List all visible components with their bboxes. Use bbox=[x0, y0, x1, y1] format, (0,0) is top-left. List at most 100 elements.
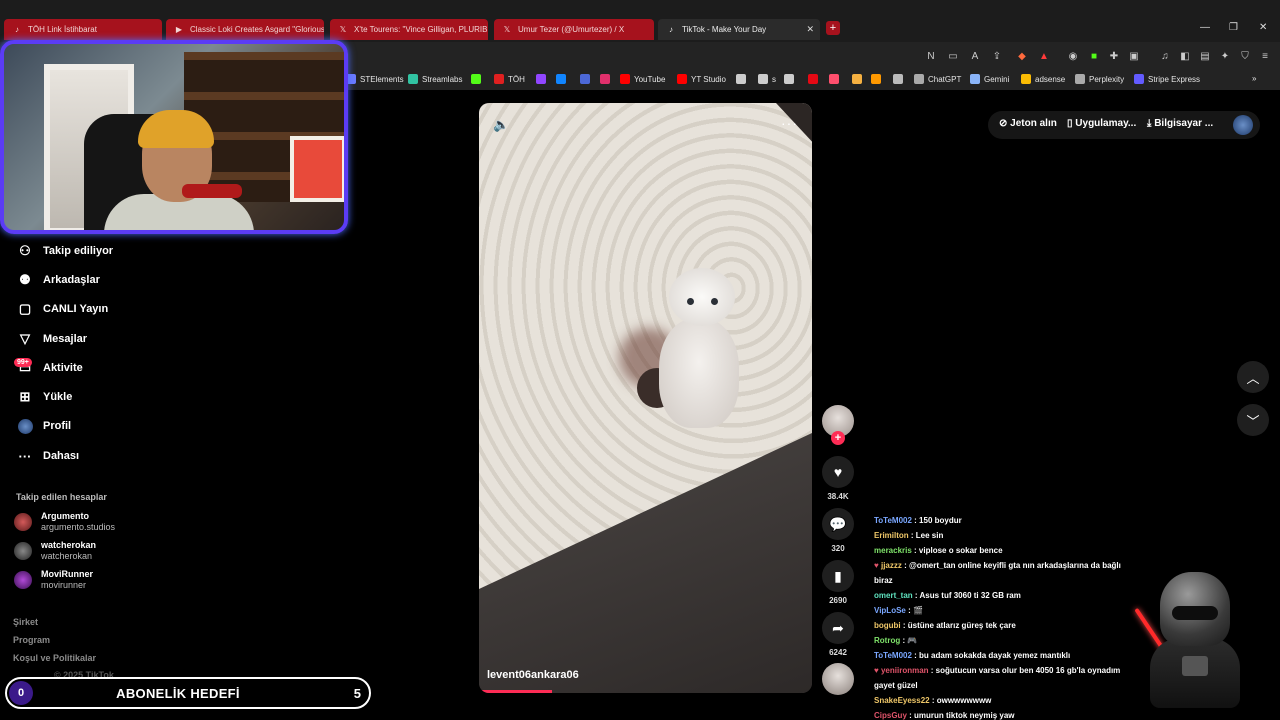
share-count: 6242 bbox=[829, 648, 847, 657]
avatar bbox=[14, 542, 32, 560]
puzzle-icon[interactable]: ✚ bbox=[1108, 50, 1120, 62]
video-player[interactable]: 🔈 ··· levent06ankara06 bbox=[479, 103, 812, 693]
bookmark-item[interactable]: adsense bbox=[1021, 74, 1065, 84]
more-options-icon[interactable]: ··· bbox=[781, 115, 798, 131]
get-app-button[interactable]: ▯ Uygulamay... bbox=[1067, 118, 1136, 129]
minimize-icon[interactable]: — bbox=[1200, 22, 1210, 33]
save-button[interactable]: ▮ bbox=[822, 560, 854, 592]
screen-icon[interactable]: ▭ bbox=[947, 50, 959, 62]
bookmark-item[interactable] bbox=[600, 74, 614, 84]
sidebar-item-label: Yükle bbox=[43, 391, 73, 403]
bookmark-item[interactable]: ChatGPT bbox=[914, 74, 961, 84]
translate-icon[interactable]: A bbox=[969, 50, 981, 62]
bookmark-item[interactable]: Gemini bbox=[970, 74, 1009, 84]
account-movirunner[interactable]: MoviRunner movirunner bbox=[14, 569, 93, 591]
video-progress-bar[interactable] bbox=[479, 690, 553, 693]
leo-icon[interactable]: ✦ bbox=[1219, 50, 1231, 62]
share-icon[interactable]: ⇪ bbox=[991, 50, 1003, 62]
friends-icon: ⚉ bbox=[19, 272, 31, 287]
sound-avatar[interactable] bbox=[822, 663, 854, 695]
chat-message: Erimilton : Lee sin bbox=[874, 531, 944, 540]
like-button[interactable]: ♥ bbox=[822, 456, 854, 488]
x-icon: 𝕏 bbox=[503, 25, 511, 34]
stream-chat: ToTeM002 : 150 boydur Erimilton : Lee sin… bbox=[874, 513, 1134, 720]
sidebar-item-friends[interactable]: ⚉ Arkadaşlar bbox=[16, 272, 100, 288]
bookmark-label: TÖH bbox=[508, 74, 525, 84]
bookmark-item[interactable] bbox=[852, 74, 866, 84]
bookmark-icon bbox=[600, 74, 610, 84]
avatar bbox=[14, 513, 32, 531]
bookmark-item[interactable] bbox=[736, 74, 750, 84]
bookmark-item[interactable] bbox=[471, 74, 485, 84]
sidebar-icon[interactable]: ◧ bbox=[1179, 50, 1191, 62]
like-count: 38.4K bbox=[827, 492, 849, 501]
tab-1[interactable]: ♪ TÖH Link İstihbarat bbox=[4, 19, 162, 40]
comment-button[interactable]: 💬 bbox=[822, 508, 854, 540]
tab-4[interactable]: 𝕏 Umur Tezer (@Umurtezer) / X bbox=[494, 19, 654, 40]
rewards-icon[interactable]: ▲ bbox=[1038, 50, 1050, 62]
sidebar-item-following[interactable]: ⚇ Takip ediliyor bbox=[16, 243, 113, 259]
account-watcherokan[interactable]: watcherokan watcherokan bbox=[14, 540, 96, 562]
get-coins-button[interactable]: ⊘ Jeton alın bbox=[999, 118, 1057, 129]
sidebar-item-live[interactable]: ▢ CANLI Yayın bbox=[16, 301, 108, 317]
extension-icon[interactable]: ◉ bbox=[1067, 50, 1079, 62]
media-icon[interactable]: ♫ bbox=[1159, 50, 1171, 62]
footer-company-link[interactable]: Şirket bbox=[13, 617, 38, 627]
share-button[interactable]: ➦ bbox=[822, 612, 854, 644]
save-icon[interactable]: ▣ bbox=[1128, 50, 1140, 62]
user-avatar[interactable] bbox=[1233, 115, 1253, 135]
previous-video-button[interactable]: ︿ bbox=[1237, 361, 1269, 393]
close-window-icon[interactable]: ✕ bbox=[1259, 22, 1267, 33]
bookmark-item[interactable] bbox=[784, 74, 798, 84]
footer-terms-link[interactable]: Koşul ve Politikalar bbox=[13, 653, 96, 663]
extension-green-icon[interactable]: ■ bbox=[1088, 50, 1100, 62]
maximize-icon[interactable]: ❐ bbox=[1229, 22, 1238, 33]
bookmark-item[interactable]: Perplexity bbox=[1075, 74, 1124, 84]
volume-icon[interactable]: 🔈 bbox=[493, 117, 509, 133]
bookmark-item[interactable]: s bbox=[758, 74, 776, 84]
upload-icon: ⊞ bbox=[19, 389, 31, 404]
bookmark-icon bbox=[829, 74, 839, 84]
bookmark-item[interactable] bbox=[556, 74, 570, 84]
sidebar-item-label: Takip ediliyor bbox=[43, 245, 114, 257]
tab-5-active[interactable]: ♪ TikTok - Make Your Day ✕ bbox=[658, 19, 820, 40]
bookmark-item[interactable]: STElements bbox=[346, 74, 404, 84]
bookmark-item[interactable]: YouTube bbox=[620, 74, 665, 84]
bookmark-item[interactable]: YT Studio bbox=[677, 74, 726, 84]
footer-program-link[interactable]: Program bbox=[13, 635, 50, 645]
bookmark-item[interactable] bbox=[808, 74, 822, 84]
bookmark-item[interactable]: Streamlabs bbox=[408, 74, 462, 84]
no-tracking-icon[interactable]: N bbox=[925, 50, 937, 62]
desktop-app-button[interactable]: ⤓ Bilgisayar ... bbox=[1147, 118, 1213, 129]
bookmark-item[interactable] bbox=[536, 74, 550, 84]
tab-3[interactable]: 𝕏 X'te Tourens: "Vince Gilligan, PLURIBU bbox=[330, 19, 488, 40]
bookmark-item[interactable]: TÖH bbox=[494, 74, 525, 84]
new-tab-button[interactable]: + bbox=[826, 21, 840, 35]
account-argumento[interactable]: Argumento argumento.studios bbox=[14, 511, 115, 533]
bookmark-label: Gemini bbox=[984, 74, 1010, 84]
close-tab-icon[interactable]: ✕ bbox=[806, 24, 814, 35]
brave-shield-icon[interactable]: ◆ bbox=[1016, 50, 1028, 62]
bookmark-label: YouTube bbox=[634, 74, 666, 84]
chat-text: Asus tuf 3060 ti 32 GB ram bbox=[919, 591, 1021, 600]
menu-icon[interactable]: ≡ bbox=[1259, 50, 1271, 62]
follow-button[interactable]: + bbox=[831, 431, 845, 445]
tab-label: Umur Tezer (@Umurtezer) / X bbox=[518, 25, 625, 34]
sidebar-item-upload[interactable]: ⊞ Yükle bbox=[16, 389, 73, 405]
bookmark-item[interactable] bbox=[871, 74, 885, 84]
bookmark-icon bbox=[736, 74, 746, 84]
tab-2[interactable]: ▶ Classic Loki Creates Asgard "Glorious bbox=[166, 19, 324, 40]
sidebar-item-more[interactable]: ··· Dahası bbox=[16, 448, 80, 464]
wallet-icon[interactable]: ▤ bbox=[1199, 50, 1211, 62]
video-creator[interactable]: levent06ankara06 bbox=[487, 669, 579, 681]
bookmark-item[interactable]: Stripe Express bbox=[1134, 74, 1200, 84]
bookmarks-overflow-icon[interactable]: » bbox=[1252, 74, 1256, 83]
bookmark-item[interactable] bbox=[829, 74, 843, 84]
vpn-icon[interactable]: ⛉ bbox=[1239, 50, 1251, 62]
next-video-button[interactable]: ﹀ bbox=[1237, 404, 1269, 436]
sidebar-item-label: Aktivite bbox=[43, 362, 83, 374]
bookmark-item[interactable] bbox=[580, 74, 594, 84]
sidebar-item-profile[interactable]: Profil bbox=[16, 418, 71, 434]
bookmark-item[interactable] bbox=[893, 74, 907, 84]
sidebar-item-messages[interactable]: ▽ Mesajlar bbox=[16, 331, 87, 347]
